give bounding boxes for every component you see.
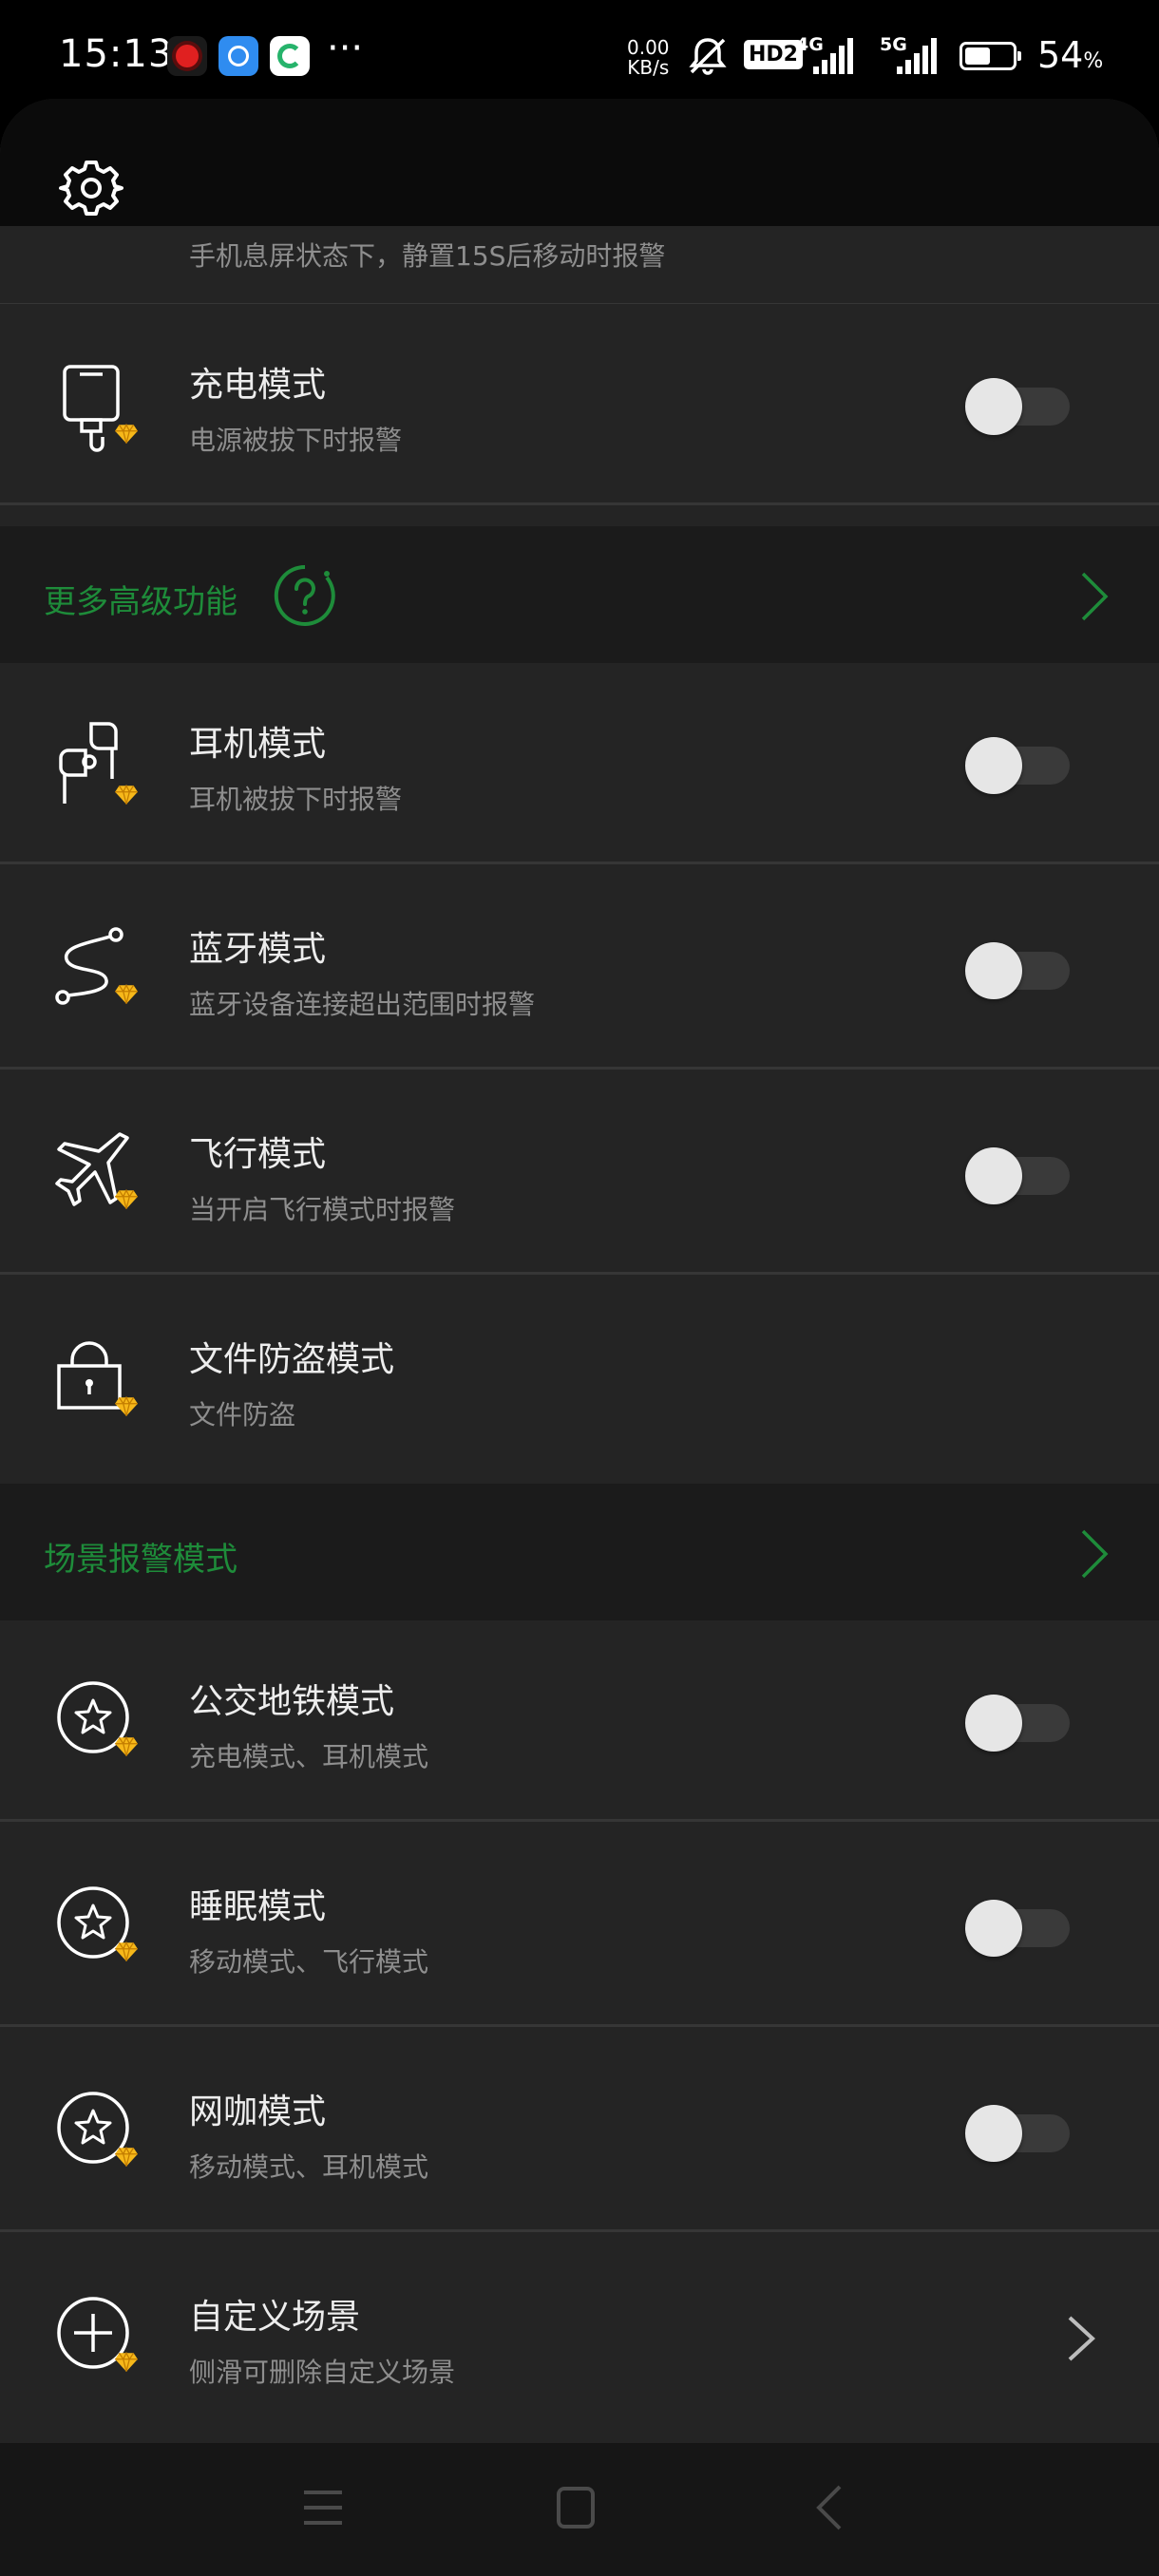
section-scene[interactable]: 场景报警模式 xyxy=(0,1484,1159,1620)
airplane-mode-toggle[interactable] xyxy=(963,1147,1070,1204)
row-bluetooth-mode[interactable]: 蓝牙模式 蓝牙设备连接超出范围时报警 xyxy=(0,868,1159,1070)
section-scene-label: 场景报警模式 xyxy=(44,1541,238,1579)
row-subtitle: 充电模式、耳机模式 xyxy=(189,1741,429,1772)
row-subtitle: 蓝牙设备连接超出范围时报警 xyxy=(189,989,536,1020)
row-subtitle: 移动模式、飞行模式 xyxy=(189,1946,429,1978)
star-icon xyxy=(57,2092,139,2168)
charge-mode-toggle[interactable] xyxy=(963,378,1070,435)
add-circle-icon xyxy=(57,2297,139,2373)
earphone-mode-toggle[interactable] xyxy=(963,737,1070,794)
home-icon[interactable] xyxy=(547,2479,604,2536)
menu-icon[interactable] xyxy=(294,2479,352,2536)
row-subtitle: 耳机被拔下时报警 xyxy=(189,784,403,815)
row-title: 睡眠模式 xyxy=(189,1887,327,1926)
row-title: 公交地铁模式 xyxy=(189,1682,395,1721)
toggle-knob xyxy=(965,2105,1022,2162)
status-time: 15:13 xyxy=(59,32,174,76)
status-bar: 15:13 ··· 0.00 KB/s HD2 4G 5G 54% xyxy=(0,0,1159,112)
toggle-knob xyxy=(965,1147,1022,1204)
row-scene-sleep[interactable]: 睡眠模式 移动模式、飞行模式 xyxy=(0,1826,1159,2027)
battery-fill xyxy=(965,47,990,65)
star-icon xyxy=(57,1681,139,1757)
airplane-icon xyxy=(55,1132,139,1210)
row-title: 充电模式 xyxy=(189,366,327,405)
row-subtitle: 侧滑可删除自定义场景 xyxy=(189,2357,456,2388)
network-speed-value: 0.00 xyxy=(627,36,670,59)
battery-icon xyxy=(960,42,1021,70)
signal-bars-2-icon xyxy=(897,38,937,74)
row-title: 网咖模式 xyxy=(189,2093,327,2131)
chevron-right-icon[interactable] xyxy=(1064,2312,1098,2365)
hd-voice-badge: HD2 xyxy=(744,40,803,69)
sleep-mode-toggle[interactable] xyxy=(963,1900,1070,1957)
bluetooth-mode-toggle[interactable] xyxy=(963,942,1070,999)
chevron-right-icon[interactable] xyxy=(1075,1527,1113,1581)
back-icon[interactable] xyxy=(802,2479,859,2536)
toggle-knob xyxy=(965,378,1022,435)
battery-percent: 54% xyxy=(1037,34,1103,76)
row-title: 飞行模式 xyxy=(189,1135,327,1174)
battery-percent-unit: % xyxy=(1083,49,1104,73)
row-subtitle: 当开启飞行模式时报警 xyxy=(189,1194,456,1225)
more-notifications-icon: ··· xyxy=(327,27,364,70)
app-notification-icon-2 xyxy=(270,36,310,76)
star-icon xyxy=(57,1886,139,1962)
earphones-icon xyxy=(59,722,139,805)
row-title: 耳机模式 xyxy=(189,725,327,764)
row-subtitle: 文件防盗 xyxy=(189,1399,296,1430)
toggle-knob xyxy=(965,1900,1022,1957)
browser-notification-icon xyxy=(218,36,258,76)
row-subtitle: 移动模式、耳机模式 xyxy=(189,2151,429,2183)
network-speed: 0.00 KB/s xyxy=(627,38,670,78)
help-icon[interactable] xyxy=(274,564,336,627)
bluetooth-route-icon xyxy=(55,927,139,1005)
network-speed-unit: KB/s xyxy=(627,56,670,79)
row-scene-bus[interactable]: 公交地铁模式 充电模式、耳机模式 xyxy=(0,1620,1159,1822)
battery-percent-value: 54 xyxy=(1037,34,1084,76)
row-airplane-mode[interactable]: 飞行模式 当开启飞行模式时报警 xyxy=(0,1073,1159,1275)
bus-mode-toggle[interactable] xyxy=(963,1695,1070,1752)
row-earphone-mode[interactable]: 耳机模式 耳机被拔下时报警 xyxy=(0,663,1159,864)
row-scene-netcafe[interactable]: 网咖模式 移动模式、耳机模式 xyxy=(0,2031,1159,2232)
sheet-header xyxy=(0,99,1159,226)
system-nav-bar xyxy=(0,2443,1159,2576)
settings-sheet: 手机息屏状态下，静置15S后移动时报警 充电模式 电源被拔下时报警 更多高级功能 xyxy=(0,99,1159,2443)
row-custom-scene[interactable]: 自定义场景 侧滑可删除自定义场景 xyxy=(0,2236,1159,2437)
row-title: 自定义场景 xyxy=(189,2298,361,2337)
signal-bars-1-icon xyxy=(813,38,853,74)
row-motion-subtitle: 手机息屏状态下，静置15S后移动时报警 xyxy=(189,240,666,272)
row-file-protect-mode[interactable]: 文件防盗模式 文件防盗 xyxy=(0,1279,1159,1480)
app-notification-icon xyxy=(167,36,207,76)
row-title: 蓝牙模式 xyxy=(189,930,327,969)
row-title: 文件防盗模式 xyxy=(189,1340,395,1379)
section-advanced[interactable]: 更多高级功能 xyxy=(0,526,1159,663)
chevron-right-icon[interactable] xyxy=(1075,570,1113,623)
netcafe-mode-toggle[interactable] xyxy=(963,2105,1070,2162)
mute-icon xyxy=(689,38,727,75)
charger-icon xyxy=(63,365,139,452)
gear-icon[interactable] xyxy=(59,156,124,220)
toggle-knob xyxy=(965,942,1022,999)
lock-icon xyxy=(57,1341,139,1417)
toggle-knob xyxy=(965,737,1022,794)
section-advanced-label: 更多高级功能 xyxy=(44,583,238,621)
toggle-knob xyxy=(965,1695,1022,1752)
row-subtitle: 电源被拔下时报警 xyxy=(189,425,403,456)
row-charge-mode[interactable]: 充电模式 电源被拔下时报警 xyxy=(0,304,1159,505)
